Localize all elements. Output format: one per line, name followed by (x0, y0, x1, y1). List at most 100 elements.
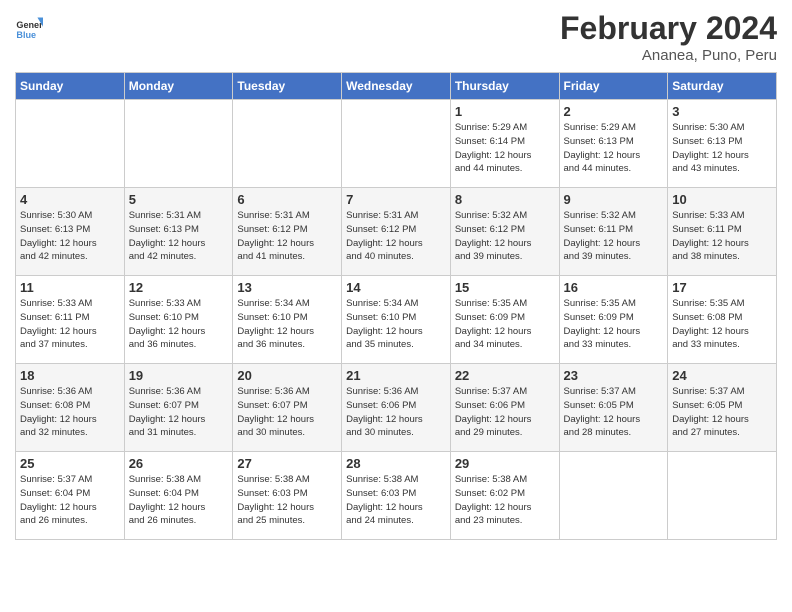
calendar-header-row: SundayMondayTuesdayWednesdayThursdayFrid… (16, 73, 777, 100)
calendar-header-monday: Monday (124, 73, 233, 100)
calendar-cell: 10 Sunrise: 5:33 AMSunset: 6:11 PMDayligh… (668, 188, 777, 276)
day-info: Sunrise: 5:29 AMSunset: 6:13 PMDaylight:… (564, 121, 664, 176)
day-info: Sunrise: 5:37 AMSunset: 6:05 PMDaylight:… (564, 385, 664, 440)
day-info: Sunrise: 5:33 AMSunset: 6:11 PMDaylight:… (672, 209, 772, 264)
day-number: 3 (672, 104, 772, 119)
day-number: 24 (672, 368, 772, 383)
calendar-cell: 3Sunrise: 5:30 AMSunset: 6:13 PMDaylight… (668, 100, 777, 188)
calendar-cell: 1 Sunrise: 5:29 AMSunset: 6:14 PMDaylight… (450, 100, 559, 188)
day-info: Sunrise: 5:32 AMSunset: 6:11 PMDaylight:… (564, 209, 664, 264)
day-info: Sunrise: 5:37 AMSunset: 6:04 PMDaylight:… (20, 473, 120, 528)
calendar-header-sunday: Sunday (16, 73, 125, 100)
day-info: Sunrise: 5:35 AMSunset: 6:09 PMDaylight:… (455, 297, 555, 352)
calendar-header-tuesday: Tuesday (233, 73, 342, 100)
day-number: 27 (237, 456, 337, 471)
logo: General Blue (15, 14, 43, 42)
day-info: Sunrise: 5:33 AMSunset: 6:11 PMDaylight:… (20, 297, 120, 352)
day-info: Sunrise: 5:37 AMSunset: 6:05 PMDaylight:… (672, 385, 772, 440)
day-info: Sunrise: 5:31 AMSunset: 6:12 PMDaylight:… (346, 209, 446, 264)
calendar-cell: 29 Sunrise: 5:38 AMSunset: 6:02 PMDayligh… (450, 452, 559, 540)
day-number: 22 (455, 368, 555, 383)
calendar-week-row: 1 Sunrise: 5:29 AMSunset: 6:14 PMDaylight… (16, 100, 777, 188)
day-info: Sunrise: 5:32 AMSunset: 6:12 PMDaylight:… (455, 209, 555, 264)
day-number: 7 (346, 192, 446, 207)
calendar-cell: 23Sunrise: 5:37 AMSunset: 6:05 PMDayligh… (559, 364, 668, 452)
day-number: 5 (129, 192, 229, 207)
day-number: 10 (672, 192, 772, 207)
day-number: 1 (455, 104, 555, 119)
day-info: Sunrise: 5:29 AMSunset: 6:14 PMDaylight:… (455, 121, 555, 176)
title-area: February 2024 Ananea, Puno, Peru (560, 10, 777, 64)
day-info: Sunrise: 5:36 AMSunset: 6:08 PMDaylight:… (20, 385, 120, 440)
calendar-cell: 14Sunrise: 5:34 AMSunset: 6:10 PMDayligh… (342, 276, 451, 364)
day-number: 28 (346, 456, 446, 471)
calendar-cell: 8 Sunrise: 5:32 AMSunset: 6:12 PMDaylight… (450, 188, 559, 276)
day-number: 9 (564, 192, 664, 207)
calendar-cell (233, 100, 342, 188)
calendar-cell: 6 Sunrise: 5:31 AMSunset: 6:12 PMDaylight… (233, 188, 342, 276)
calendar-cell (16, 100, 125, 188)
calendar-header-wednesday: Wednesday (342, 73, 451, 100)
calendar-week-row: 4 Sunrise: 5:30 AMSunset: 6:13 PMDaylight… (16, 188, 777, 276)
day-number: 4 (20, 192, 120, 207)
calendar-cell: 24 Sunrise: 5:37 AMSunset: 6:05 PMDayligh… (668, 364, 777, 452)
day-number: 15 (455, 280, 555, 295)
day-number: 16 (564, 280, 664, 295)
calendar-cell: 15 Sunrise: 5:35 AMSunset: 6:09 PMDayligh… (450, 276, 559, 364)
calendar-cell: 27Sunrise: 5:38 AMSunset: 6:03 PMDayligh… (233, 452, 342, 540)
day-number: 11 (20, 280, 120, 295)
page-header: General Blue February 2024 Ananea, Puno,… (15, 10, 777, 64)
calendar-cell (124, 100, 233, 188)
day-info: Sunrise: 5:35 AMSunset: 6:09 PMDaylight:… (564, 297, 664, 352)
calendar-cell: 13 Sunrise: 5:34 AMSunset: 6:10 PMDayligh… (233, 276, 342, 364)
calendar-cell: 12 Sunrise: 5:33 AMSunset: 6:10 PMDayligh… (124, 276, 233, 364)
day-info: Sunrise: 5:36 AMSunset: 6:07 PMDaylight:… (237, 385, 337, 440)
day-number: 21 (346, 368, 446, 383)
day-info: Sunrise: 5:35 AMSunset: 6:08 PMDaylight:… (672, 297, 772, 352)
day-info: Sunrise: 5:38 AMSunset: 6:03 PMDaylight:… (346, 473, 446, 528)
day-info: Sunrise: 5:36 AMSunset: 6:07 PMDaylight:… (129, 385, 229, 440)
svg-text:General: General (16, 20, 43, 30)
page-subtitle: Ananea, Puno, Peru (560, 47, 777, 64)
day-number: 8 (455, 192, 555, 207)
calendar-cell: 18 Sunrise: 5:36 AMSunset: 6:08 PMDayligh… (16, 364, 125, 452)
calendar-cell: 2Sunrise: 5:29 AMSunset: 6:13 PMDaylight… (559, 100, 668, 188)
calendar-header-thursday: Thursday (450, 73, 559, 100)
calendar-week-row: 18 Sunrise: 5:36 AMSunset: 6:08 PMDayligh… (16, 364, 777, 452)
day-info: Sunrise: 5:30 AMSunset: 6:13 PMDaylight:… (20, 209, 120, 264)
day-number: 18 (20, 368, 120, 383)
day-info: Sunrise: 5:37 AMSunset: 6:06 PMDaylight:… (455, 385, 555, 440)
day-number: 12 (129, 280, 229, 295)
calendar-cell (668, 452, 777, 540)
svg-text:Blue: Blue (16, 30, 36, 40)
day-number: 20 (237, 368, 337, 383)
day-number: 6 (237, 192, 337, 207)
calendar-header-friday: Friday (559, 73, 668, 100)
page-title: February 2024 (560, 10, 777, 47)
calendar-cell: 5 Sunrise: 5:31 AMSunset: 6:13 PMDaylight… (124, 188, 233, 276)
calendar-week-row: 11 Sunrise: 5:33 AMSunset: 6:11 PMDayligh… (16, 276, 777, 364)
calendar-cell: 7 Sunrise: 5:31 AMSunset: 6:12 PMDaylight… (342, 188, 451, 276)
day-number: 14 (346, 280, 446, 295)
day-number: 29 (455, 456, 555, 471)
calendar-cell: 28 Sunrise: 5:38 AMSunset: 6:03 PMDayligh… (342, 452, 451, 540)
day-info: Sunrise: 5:36 AMSunset: 6:06 PMDaylight:… (346, 385, 446, 440)
day-number: 17 (672, 280, 772, 295)
calendar-cell: 11 Sunrise: 5:33 AMSunset: 6:11 PMDayligh… (16, 276, 125, 364)
calendar-cell: 21 Sunrise: 5:36 AMSunset: 6:06 PMDayligh… (342, 364, 451, 452)
day-info: Sunrise: 5:31 AMSunset: 6:13 PMDaylight:… (129, 209, 229, 264)
day-number: 25 (20, 456, 120, 471)
calendar-cell: 20 Sunrise: 5:36 AMSunset: 6:07 PMDayligh… (233, 364, 342, 452)
day-info: Sunrise: 5:34 AMSunset: 6:10 PMDaylight:… (237, 297, 337, 352)
calendar-table: SundayMondayTuesdayWednesdayThursdayFrid… (15, 72, 777, 540)
calendar-cell: 16 Sunrise: 5:35 AMSunset: 6:09 PMDayligh… (559, 276, 668, 364)
calendar-week-row: 25 Sunrise: 5:37 AMSunset: 6:04 PMDayligh… (16, 452, 777, 540)
calendar-cell: 19Sunrise: 5:36 AMSunset: 6:07 PMDayligh… (124, 364, 233, 452)
calendar-body: 1 Sunrise: 5:29 AMSunset: 6:14 PMDaylight… (16, 100, 777, 540)
day-info: Sunrise: 5:38 AMSunset: 6:04 PMDaylight:… (129, 473, 229, 528)
day-info: Sunrise: 5:38 AMSunset: 6:02 PMDaylight:… (455, 473, 555, 528)
day-number: 13 (237, 280, 337, 295)
logo-icon: General Blue (15, 14, 43, 42)
day-info: Sunrise: 5:33 AMSunset: 6:10 PMDaylight:… (129, 297, 229, 352)
day-info: Sunrise: 5:31 AMSunset: 6:12 PMDaylight:… (237, 209, 337, 264)
